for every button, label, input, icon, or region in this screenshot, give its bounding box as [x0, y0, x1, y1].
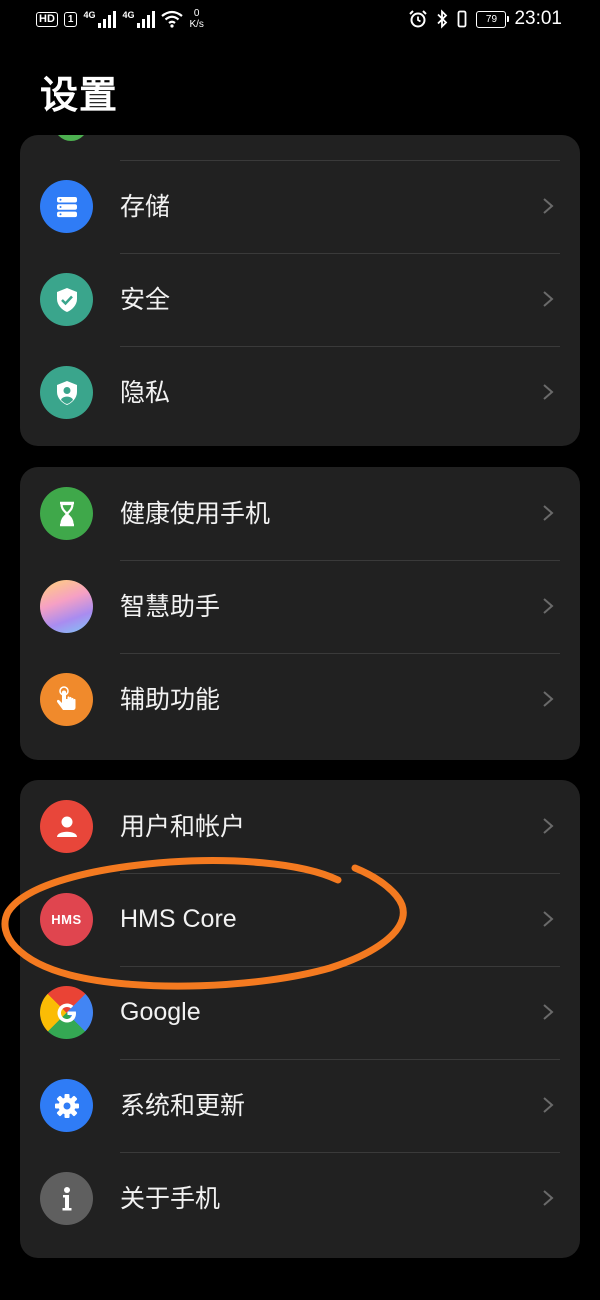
hms-core-icon: HMS: [40, 893, 93, 946]
settings-item-accessibility[interactable]: 辅助功能: [20, 653, 580, 746]
chevron-right-icon: [543, 598, 554, 614]
status-bar: HD 1 4G 4G 0 K/s 79 23:01: [0, 0, 600, 44]
network-speed: 0 K/s: [189, 8, 203, 30]
settings-item-system-update[interactable]: 系统和更新: [20, 1059, 580, 1152]
hd-voice-icon: HD: [36, 11, 58, 27]
google-icon: [40, 986, 93, 1039]
chevron-right-icon: [543, 1097, 554, 1113]
smart-assistant-icon: [40, 580, 93, 633]
about-phone-info-icon: [40, 1172, 93, 1225]
partially-hidden-icon: [54, 135, 88, 141]
network-type-label: 4G: [122, 10, 135, 20]
settings-item-hms-core[interactable]: HMS HMS Core: [20, 873, 580, 966]
settings-item-digital-balance[interactable]: 健康使用手机: [20, 467, 580, 560]
hourglass-icon: [40, 487, 93, 540]
settings-item-label: 健康使用手机: [120, 499, 271, 528]
settings-item-google[interactable]: Google: [20, 966, 580, 1059]
battery-level: 79: [485, 13, 498, 25]
divider: [120, 253, 560, 254]
chevron-right-icon: [543, 384, 554, 400]
clock: 23:01: [514, 8, 562, 29]
settings-item-security[interactable]: 安全: [20, 253, 580, 346]
wifi-icon: [161, 10, 184, 28]
settings-item-label: Google: [120, 998, 201, 1026]
settings-item-label: 存储: [120, 192, 171, 221]
security-shield-icon: [40, 273, 93, 326]
cellular-signal-icon: 4G: [83, 10, 117, 28]
page-title: 设置: [40, 73, 119, 117]
chevron-right-icon: [543, 1004, 554, 1020]
chevron-right-icon: [543, 198, 554, 214]
settings-item-label: 关于手机: [120, 1184, 221, 1213]
settings-item-label: 安全: [120, 285, 171, 314]
settings-item-label: 用户和帐户: [120, 812, 246, 841]
alarm-clock-icon: [409, 10, 428, 28]
vibrate-icon: [458, 10, 467, 28]
chevron-right-icon: [543, 691, 554, 707]
chevron-right-icon: [543, 291, 554, 307]
battery-icon: 79: [476, 10, 510, 28]
chevron-right-icon: [543, 818, 554, 834]
network-speed-value: 0: [193, 8, 200, 19]
settings-item-label: HMS Core: [120, 905, 237, 933]
settings-item-label: 智慧助手: [120, 592, 221, 621]
network-type-label: 4G: [83, 10, 96, 20]
divider: [120, 346, 560, 347]
divider: [120, 160, 560, 161]
settings-item-label: 隐私: [120, 378, 171, 407]
network-speed-unit: K/s: [189, 19, 204, 30]
chevron-right-icon: [543, 505, 554, 521]
settings-item-label: 系统和更新: [120, 1091, 246, 1120]
settings-item-smart-assistant[interactable]: 智慧助手: [20, 560, 580, 653]
settings-item-label: 辅助功能: [120, 685, 221, 714]
storage-icon: [40, 180, 93, 233]
privacy-icon: [40, 366, 93, 419]
system-update-gear-icon: [40, 1079, 93, 1132]
scrolled-item-remnant: [20, 135, 580, 160]
settings-group-security: 存储 安全 隐私: [20, 135, 580, 446]
sim-1-icon: 1: [63, 11, 78, 27]
settings-group-accounts-system: 用户和帐户 HMS HMS Core Google 系统和更新 关于手机: [20, 780, 580, 1258]
settings-group-assistance: 健康使用手机 智慧助手 辅助功能: [20, 467, 580, 760]
chevron-right-icon: [543, 1190, 554, 1206]
settings-item-storage[interactable]: 存储: [20, 160, 580, 253]
accessibility-hand-icon: [40, 673, 93, 726]
settings-item-users-accounts[interactable]: 用户和帐户: [20, 780, 580, 873]
cellular-signal-icon: 4G: [122, 10, 156, 28]
hms-icon-text: HMS: [51, 912, 82, 927]
bluetooth-icon: [437, 9, 448, 29]
user-account-icon: [40, 800, 93, 853]
settings-item-privacy[interactable]: 隐私: [20, 346, 580, 439]
chevron-right-icon: [543, 911, 554, 927]
settings-item-about-phone[interactable]: 关于手机: [20, 1152, 580, 1245]
